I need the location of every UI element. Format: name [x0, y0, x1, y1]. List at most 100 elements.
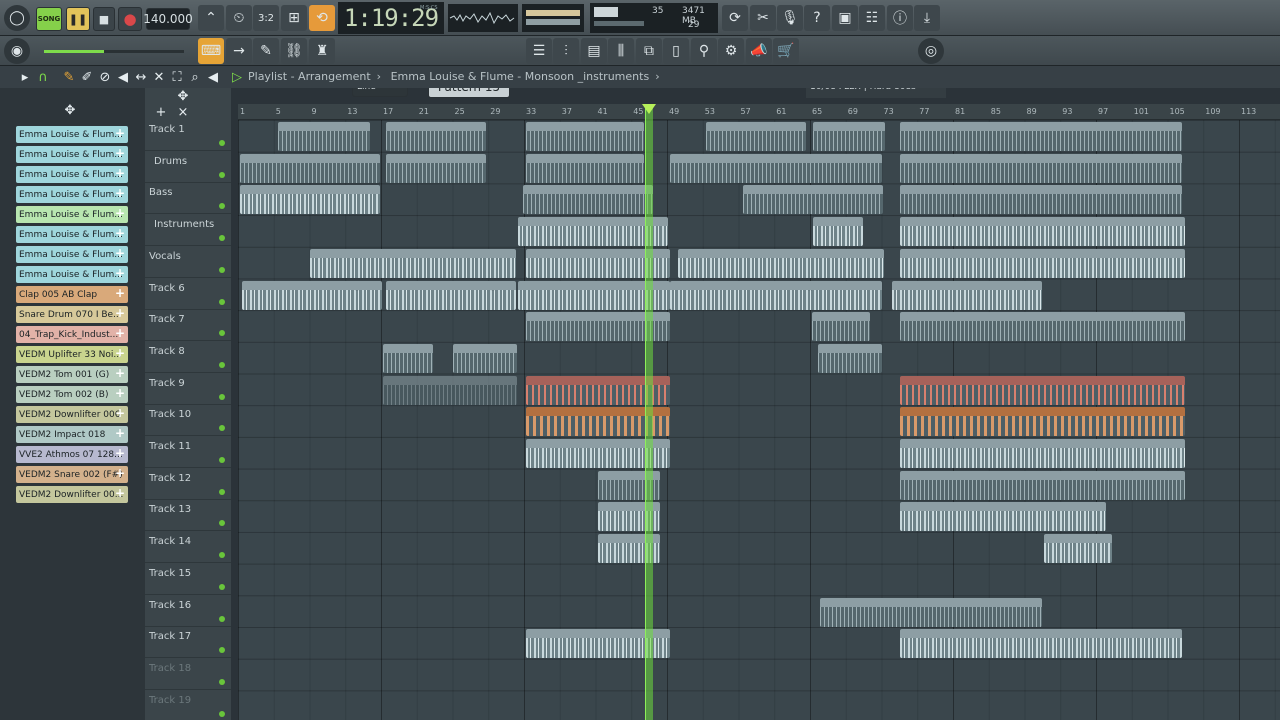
track-header[interactable]: Track 19 [145, 691, 231, 720]
channel-button[interactable]: VEDM2 Downlifter 006 + [16, 406, 128, 423]
playlist-clip[interactable] [526, 153, 644, 183]
channel-button[interactable]: 04_Trap_Kick_Indust... + [16, 326, 128, 343]
channel-button[interactable]: Emma Louise & Flum... + [16, 166, 128, 183]
track-enable-dot[interactable] [219, 520, 225, 527]
track-header[interactable]: Track 11 [145, 437, 231, 468]
track-header[interactable]: Track 7 [145, 310, 231, 342]
playlist-clip[interactable]: VEDM U...Bars [818, 343, 882, 373]
browser-icon[interactable]: ⧉ [636, 38, 662, 64]
move-icon[interactable]: ✥ [173, 88, 193, 104]
channel-add-icon[interactable]: + [115, 386, 125, 400]
playlist-clip[interactable]: Fru...q [900, 407, 1185, 437]
channel-button[interactable]: VEDM2 Tom 002 (B) + [16, 386, 128, 403]
channel-add-icon[interactable]: + [115, 206, 125, 220]
playlist-clip[interactable] [386, 153, 486, 183]
playlist-clip[interactable]: Emma L...drums [240, 185, 380, 215]
channel-add-icon[interactable]: + [115, 346, 125, 360]
track-header[interactable]: Track 18 [145, 659, 231, 690]
channel-button[interactable]: Snare Drum 070 I Be... + [16, 306, 128, 323]
piano-roll-icon[interactable]: ▤ [581, 38, 607, 64]
playlist-clip[interactable]: Pa...1 [900, 312, 1185, 342]
channel-button[interactable]: VEDM2 Tom 001 (G) + [16, 366, 128, 383]
playlist-clip[interactable]: Emma Louise & F...nsoon _vocals [386, 280, 516, 310]
close-icon[interactable]: × [175, 105, 191, 120]
track-enable-dot[interactable] [219, 583, 225, 590]
snap-keyboard-icon[interactable]: ⌨ [198, 38, 224, 64]
track-enable-dot[interactable] [219, 488, 225, 495]
undo-icon[interactable]: ⟳ [722, 5, 748, 31]
track-enable-dot[interactable] [219, 647, 225, 654]
loop-record-icon[interactable]: ⟲ [309, 5, 335, 31]
mixer-view-icon[interactable]: ⫼ [608, 38, 634, 64]
channel-add-icon[interactable]: + [115, 166, 125, 180]
track-enable-dot[interactable] [219, 235, 225, 242]
picker-move-icon[interactable]: ✥ [60, 102, 80, 118]
breadcrumb-playlist[interactable]: Playlist - Arrangement [248, 70, 371, 83]
file-icon[interactable]: ▯ [663, 38, 689, 64]
playlist-clip[interactable] [900, 502, 1106, 532]
track-enable-dot[interactable] [219, 140, 225, 146]
playlist-clip[interactable] [523, 185, 653, 215]
channel-button[interactable]: Emma Louise & Flum... + [16, 126, 128, 143]
track-header[interactable]: Track 12 [145, 469, 231, 500]
channel-button[interactable]: Clap 005 AB Clap + [16, 286, 128, 303]
playlist-clip[interactable]: VEDM U...Bars [453, 343, 517, 373]
master-volume-knob-icon[interactable]: ◉ [4, 38, 30, 64]
playlist-clip[interactable] [900, 629, 1182, 659]
channel-button[interactable]: Emma Louise & Flum... + [16, 146, 128, 163]
delete-icon[interactable]: ⊘ [98, 70, 112, 85]
channel-add-icon[interactable]: + [115, 146, 125, 160]
playlist-clip[interactable] [900, 153, 1182, 183]
record-button[interactable]: ● [118, 7, 142, 31]
pencil-tool-icon[interactable]: ✎ [253, 38, 279, 64]
channel-add-icon[interactable]: + [115, 366, 125, 380]
step-edit-icon[interactable]: ⊞ [281, 5, 307, 31]
timeline-ruler[interactable]: 1 5 9 13 17 21 25 29 33 37 41 45 49 53 57 61 65 69 73 77 81 8… [238, 104, 1280, 120]
track-enable-dot[interactable] [219, 330, 225, 337]
song-mode-button[interactable]: SONG [36, 7, 62, 31]
playlist-grid[interactable]: Pattern 11 Pattern 11 Pattern 11 Emma L...d… [238, 120, 1280, 720]
countdown-icon[interactable]: 3:2 [253, 5, 279, 31]
breadcrumb-pattern[interactable]: Emma Louise & Flume - Monsoon _instrumen… [391, 70, 650, 83]
track-header[interactable]: Track 14 [145, 532, 231, 564]
playlist-clip[interactable] [386, 122, 486, 151]
playlist-clip[interactable] [743, 185, 883, 215]
track-header[interactable]: Track 1 [145, 120, 231, 151]
playlist-clip[interactable]: Emma Lo...)_ba [900, 217, 1185, 247]
channel-add-icon[interactable]: + [115, 266, 125, 280]
playlist-clip[interactable]: Fru...l [900, 439, 1185, 468]
track-enable-dot[interactable] [219, 393, 225, 400]
zoom-icon[interactable]: ⌕ [188, 70, 202, 85]
track-header[interactable]: Track 15 [145, 564, 231, 595]
playback-icon[interactable]: ◀ [206, 70, 220, 85]
track-enable-dot[interactable] [219, 266, 225, 273]
playlist-clip[interactable] [900, 470, 1185, 500]
track-enable-dot[interactable] [219, 361, 225, 368]
playlist-clip[interactable]: Emma Louise &...al Music Video) [383, 375, 517, 405]
download-icon[interactable]: ⤓ [914, 5, 940, 31]
playlist-clip[interactable]: Em...#2 [813, 217, 863, 247]
playlist-clip[interactable]: Patcher - PREMASTER - Surface - 1. INTEN… [820, 597, 1042, 627]
playlist-clip[interactable]: Emma Louise & Fl...onsoon _vocals [242, 280, 382, 310]
channel-button[interactable]: Emma Louise & Flum... + [16, 206, 128, 223]
channel-add-icon[interactable]: + [115, 326, 125, 340]
play-pause-button[interactable]: ❚❚ [66, 7, 90, 31]
channel-button[interactable]: Emma Louise & Flum... + [16, 246, 128, 263]
info-icon[interactable]: ⓘ [887, 5, 913, 31]
channel-rack-icon[interactable]: ⫶ [553, 38, 579, 64]
playlist-clip[interactable]: Pattern 11 [706, 122, 806, 151]
channel-button[interactable]: Emma Louise & Flum... + [16, 266, 128, 283]
playlist-clip[interactable] [240, 153, 380, 183]
track-header[interactable]: Track 16 [145, 596, 231, 627]
channel-add-icon[interactable]: + [115, 226, 125, 240]
help-icon[interactable]: ? [804, 5, 830, 31]
playlist-clip[interactable]: Emma Louise & Flume - Monsoon _instrumen… [678, 248, 884, 278]
link-icon[interactable]: ⛓ [281, 38, 307, 64]
main-menu-icon[interactable]: ◯ [4, 5, 30, 31]
slice-icon[interactable]: ✕ [152, 70, 166, 85]
track-header[interactable]: Drums [145, 152, 231, 183]
track-header[interactable]: Track 13 [145, 500, 231, 532]
save-icon[interactable]: ▣ [832, 5, 858, 31]
playhead-marker[interactable] [642, 104, 656, 114]
track-enable-dot[interactable] [219, 425, 225, 432]
